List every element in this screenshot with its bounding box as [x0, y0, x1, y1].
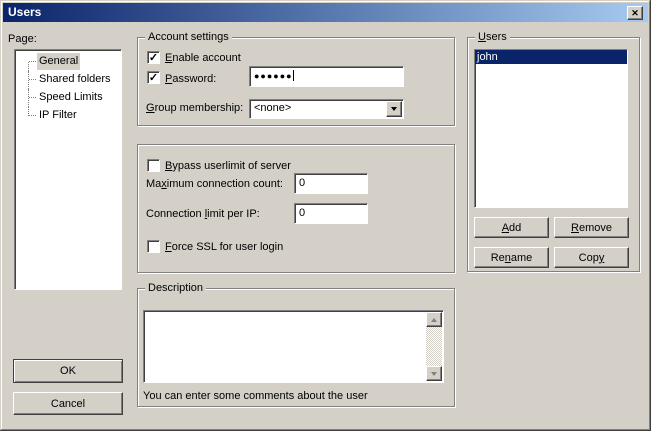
- list-item-user[interactable]: john: [475, 50, 627, 64]
- password-masked-value: ●●●●●●: [254, 71, 293, 81]
- users-group-title: Users: [475, 31, 510, 44]
- users-group: Users john Add Remove Rename Copy: [467, 37, 640, 272]
- tree-line: [28, 62, 29, 71]
- scroll-up-button[interactable]: [426, 312, 442, 327]
- connection-limit-value: 0: [299, 207, 305, 219]
- enable-account-label: Enable account: [165, 52, 241, 64]
- ok-button[interactable]: OK: [13, 359, 123, 383]
- sidebar-item-general[interactable]: General: [16, 53, 120, 71]
- users-listbox[interactable]: john: [474, 49, 628, 208]
- user-name: john: [477, 51, 498, 63]
- rename-button-label: Rename: [491, 252, 533, 264]
- force-ssl-label: Force SSL for user login: [165, 241, 283, 253]
- bypass-userlimit-checkbox[interactable]: [147, 159, 160, 172]
- copy-button-label: Copy: [579, 252, 605, 264]
- window-title: Users: [8, 5, 41, 19]
- scroll-down-button[interactable]: [426, 366, 442, 381]
- account-settings-group: Account settings ✓ Enable account ✓ Pass…: [137, 37, 455, 126]
- tree-line: [29, 115, 36, 116]
- connection-limit-label: Connection limit per IP:: [146, 208, 260, 220]
- max-connection-label: Maximum connection count:: [146, 178, 283, 190]
- description-group: Description You can enter some comments …: [137, 288, 455, 407]
- password-input[interactable]: ●●●●●●: [249, 66, 404, 87]
- description-title: Description: [145, 282, 206, 295]
- ok-button-label: OK: [60, 365, 76, 377]
- description-scrollbar[interactable]: [426, 312, 442, 381]
- cancel-button-label: Cancel: [51, 398, 85, 410]
- users-dialog: Users ✕ Page: General Shared folders Spe…: [0, 0, 651, 431]
- tree-item-label: IP Filter: [37, 107, 79, 124]
- page-tree-items: General Shared folders Speed Limits IP F…: [16, 51, 120, 288]
- sidebar-item-speed-limits[interactable]: Speed Limits: [16, 89, 120, 107]
- group-membership-select[interactable]: <none>: [249, 99, 404, 119]
- sidebar-item-ip-filter[interactable]: IP Filter: [16, 107, 120, 125]
- page-label: Page:: [8, 33, 37, 45]
- cancel-button[interactable]: Cancel: [13, 392, 123, 415]
- copy-button[interactable]: Copy: [554, 247, 629, 268]
- page-tree[interactable]: General Shared folders Speed Limits IP F…: [14, 49, 122, 290]
- sidebar-item-shared-folders[interactable]: Shared folders: [16, 71, 120, 89]
- chevron-down-icon: [391, 107, 397, 111]
- check-icon: ✓: [148, 72, 159, 83]
- password-checkbox[interactable]: ✓: [147, 71, 160, 84]
- scroll-down-icon: [431, 372, 437, 376]
- combo-drop-button[interactable]: [386, 101, 402, 117]
- account-settings-title: Account settings: [145, 31, 232, 44]
- max-connection-input[interactable]: 0: [294, 173, 368, 194]
- add-button[interactable]: Add: [474, 217, 549, 238]
- close-icon: ✕: [631, 9, 639, 18]
- description-hint: You can enter some comments about the us…: [143, 390, 368, 402]
- force-ssl-checkbox[interactable]: [147, 240, 160, 253]
- tree-line: [28, 89, 29, 107]
- password-label: Password:: [165, 73, 216, 85]
- check-icon: ✓: [148, 52, 159, 63]
- bypass-userlimit-label: Bypass userlimit of server: [165, 160, 291, 172]
- connection-settings-group: Bypass userlimit of server Maximum conne…: [137, 144, 455, 273]
- remove-button-label: Remove: [571, 222, 612, 234]
- group-membership-label: Group membership:: [146, 102, 243, 114]
- remove-button[interactable]: Remove: [554, 217, 629, 238]
- tree-line: [29, 97, 36, 98]
- max-connection-value: 0: [299, 177, 305, 189]
- tree-line: [29, 61, 36, 62]
- group-membership-value: <none>: [254, 100, 291, 118]
- rename-button[interactable]: Rename: [474, 247, 549, 268]
- description-textarea[interactable]: [143, 310, 444, 383]
- tree-line: [28, 71, 29, 89]
- enable-account-checkbox[interactable]: ✓: [147, 51, 160, 64]
- title-bar[interactable]: Users: [3, 3, 648, 22]
- add-button-label: Add: [502, 222, 522, 234]
- tree-item-label: General: [37, 53, 80, 70]
- scroll-up-icon: [431, 318, 437, 322]
- close-button[interactable]: ✕: [627, 6, 643, 20]
- connection-limit-input[interactable]: 0: [294, 203, 368, 224]
- text-caret: [293, 70, 294, 81]
- tree-line: [29, 79, 36, 80]
- tree-item-label: Speed Limits: [37, 89, 105, 106]
- tree-item-label: Shared folders: [37, 71, 113, 88]
